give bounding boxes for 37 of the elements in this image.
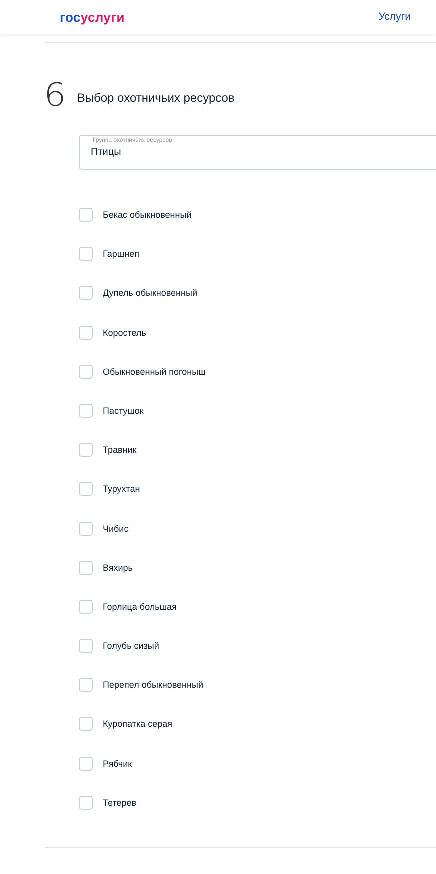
- checkbox[interactable]: [79, 286, 93, 300]
- checkbox-label[interactable]: Дупель обыкновенный: [103, 286, 198, 300]
- checkbox[interactable]: [79, 796, 93, 810]
- checkbox-label[interactable]: Куропатка серая: [103, 717, 172, 732]
- checkbox[interactable]: [79, 482, 93, 496]
- checkbox-label[interactable]: Гаршнеп: [103, 247, 140, 262]
- checkbox[interactable]: [79, 639, 93, 654]
- field-value: Птицы: [91, 147, 122, 158]
- checkbox-label[interactable]: Пастушок: [103, 404, 144, 418]
- checkbox[interactable]: [79, 678, 93, 692]
- checkbox-label[interactable]: Голубь сизый: [103, 639, 160, 654]
- checkbox[interactable]: [79, 756, 93, 771]
- checkbox[interactable]: [79, 717, 93, 732]
- checkbox[interactable]: [79, 208, 93, 222]
- checkbox-label[interactable]: Травник: [103, 443, 137, 458]
- checkbox-label[interactable]: Тетерев: [103, 796, 137, 810]
- nav-link[interactable]: Услуги: [378, 11, 411, 23]
- checkbox-label[interactable]: Обыкновенный погоныш: [103, 364, 206, 379]
- checkbox[interactable]: [79, 404, 93, 418]
- step-title: Выбор охотничьих ресурсов: [77, 91, 235, 105]
- checkbox[interactable]: [79, 522, 93, 536]
- checkbox[interactable]: [79, 247, 93, 262]
- checkbox[interactable]: [79, 443, 93, 458]
- logo[interactable]: госуслуги: [60, 10, 125, 24]
- checkbox[interactable]: [79, 326, 93, 340]
- checkbox-label[interactable]: Вяхирь: [103, 560, 133, 575]
- checkbox-label[interactable]: Горлица большая: [103, 600, 177, 614]
- checkbox-label[interactable]: Рябчик: [103, 756, 132, 771]
- checkbox-label[interactable]: Бекас обыкновенный: [103, 208, 192, 222]
- checkbox[interactable]: [79, 364, 93, 379]
- step-number: 6: [44, 77, 66, 113]
- checkbox-label[interactable]: Коростель: [103, 326, 146, 340]
- checkbox-label[interactable]: Чибис: [103, 522, 129, 536]
- checkbox[interactable]: [79, 600, 93, 614]
- checkbox-label[interactable]: Турухтан: [103, 482, 140, 496]
- checkbox-label[interactable]: Перепел обыкновенный: [103, 678, 204, 692]
- checkbox[interactable]: [79, 560, 93, 575]
